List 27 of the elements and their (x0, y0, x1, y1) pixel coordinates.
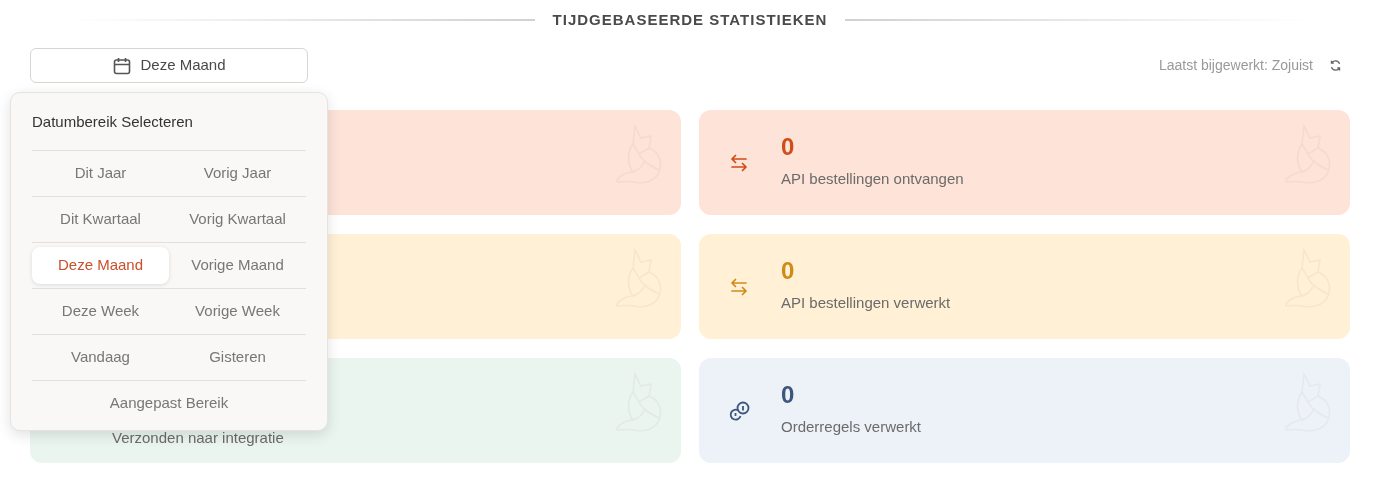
stat-label: Verzonden naar integratie (112, 428, 284, 449)
date-range-option[interactable]: Deze Maand (32, 246, 169, 284)
date-range-option[interactable]: Vandaag (32, 338, 169, 376)
stat-label: API bestellingen ontvangen (781, 169, 964, 190)
stat-label: Orderregels verwerkt (781, 417, 922, 438)
date-range-option[interactable]: Vorige Week (169, 292, 306, 330)
coins-icon (729, 400, 751, 422)
stat-value: 0 (781, 258, 796, 285)
date-range-option[interactable]: Aangepast Bereik (32, 384, 306, 422)
date-range-option[interactable]: Deze Week (32, 292, 169, 330)
date-range-option[interactable]: Vorige Maand (169, 246, 306, 284)
dropdown-title: Datumbereik Selecteren (32, 112, 194, 132)
transfer-arrows-icon (729, 277, 749, 298)
last-updated-text: Laatst bijgewerkt: Zojuist (1158, 56, 1313, 75)
transfer-arrows-icon (729, 153, 749, 174)
date-range-option[interactable]: Dit Jaar (32, 154, 169, 192)
date-range-option[interactable]: Vorig Jaar (169, 154, 306, 192)
stat-label: API bestellingen verwerkt (781, 293, 951, 314)
calendar-icon (112, 55, 133, 76)
date-range-option[interactable]: Gisteren (169, 338, 306, 376)
stat-value: 0 (781, 382, 796, 409)
date-range-option[interactable]: Vorig Kwartaal (169, 200, 306, 238)
refresh-icon[interactable] (1329, 59, 1342, 72)
stat-value: 0 (781, 134, 796, 161)
date-range-button[interactable]: Deze Maand (30, 48, 308, 83)
date-range-option[interactable]: Dit Kwartaal (32, 200, 169, 238)
section-title: TIJDGEBASEERDE STATISTIEKEN (551, 9, 829, 30)
